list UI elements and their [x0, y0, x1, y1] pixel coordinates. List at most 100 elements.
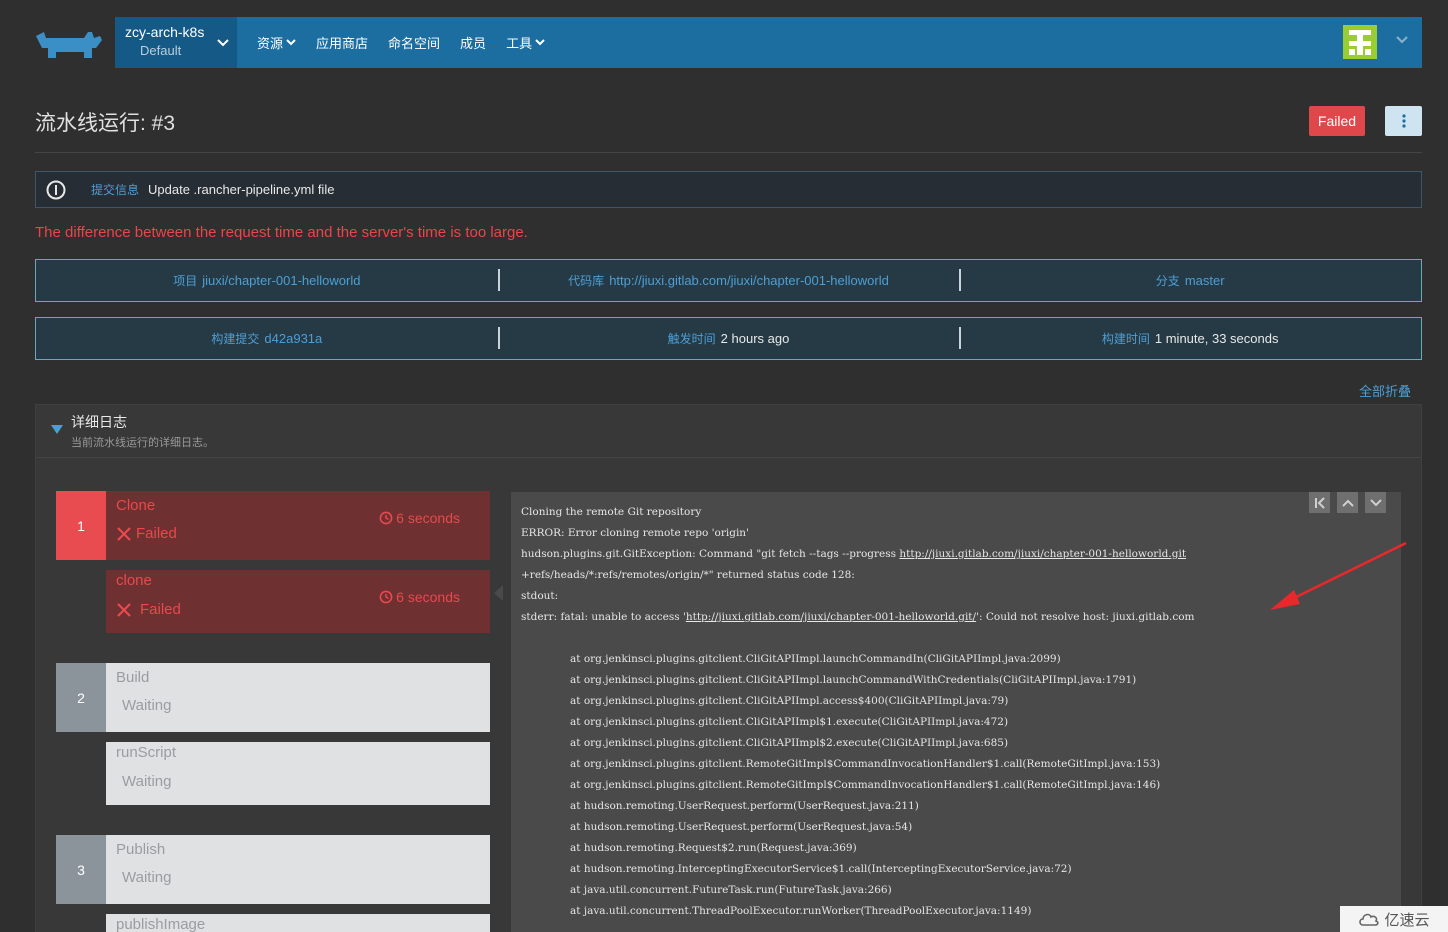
log-line: at java.util.concurrent.ThreadPoolExecut… — [570, 905, 1032, 917]
build-commit-info: 构建提交 d42a931a — [36, 318, 498, 359]
log-line: at org.jenkinsci.plugins.gitclient.CliGi… — [570, 716, 1009, 728]
log-line: at org.jenkinsci.plugins.gitclient.CliGi… — [570, 695, 1009, 707]
clock-icon — [379, 511, 393, 525]
nav-members[interactable]: 成员 — [460, 33, 486, 52]
info-icon — [46, 180, 66, 199]
scroll-top-button[interactable] — [1309, 492, 1330, 513]
stage-status-label: Failed — [136, 525, 177, 542]
branch-info: 分支 master — [959, 260, 1421, 301]
log-line-text: hudson.plugins.git.GitException: Command… — [521, 548, 900, 560]
log-line-text: stderr: fatal: unable to access ' — [521, 611, 686, 623]
build-commit-link[interactable]: d42a931a — [264, 331, 322, 346]
close-icon — [117, 526, 131, 541]
caret-down-icon[interactable] — [51, 425, 63, 434]
log-line: at hudson.remoting.InterceptingExecutorS… — [570, 863, 1072, 875]
stage-number: 3 — [56, 835, 106, 904]
stage-name: Build — [116, 669, 150, 686]
commit-info-banner: 提交信息 Update .rancher-pipeline.yml file — [35, 171, 1422, 208]
vertical-ellipsis-icon — [1401, 114, 1406, 128]
nav-resources[interactable]: 资源 — [257, 33, 296, 52]
build-duration-info: 构建时间 1 minute, 33 seconds — [959, 318, 1421, 359]
project-link[interactable]: jiuxi/chapter-001-helloworld — [202, 273, 360, 288]
trigger-time-info: 触发时间 2 hours ago — [497, 318, 960, 359]
log-line: at hudson.remoting.UserRequest.perform(U… — [570, 800, 919, 812]
nav-resources-label: 资源 — [257, 36, 284, 51]
scroll-down-button[interactable] — [1365, 492, 1386, 513]
stage-status: Failed — [116, 525, 177, 542]
detailed-log-panel: 详细日志 当前流水线运行的详细日志。 1 Clone Failed 6 seco… — [35, 404, 1422, 932]
cloud-logo-icon — [1359, 913, 1380, 926]
stage-number: 2 — [56, 663, 106, 732]
trigger-time-label: 触发时间 — [667, 332, 716, 346]
step-pointer — [494, 585, 503, 601]
chevron-down-icon — [535, 39, 545, 46]
log-line: +refs/heads/*:refs/remotes/origin/*" ret… — [521, 569, 855, 581]
log-line: at org.jenkinsci.plugins.gitclient.CliGi… — [570, 653, 1061, 665]
stage-status: Waiting — [122, 697, 172, 714]
nav-namespaces[interactable]: 命名空间 — [388, 33, 440, 52]
log-line-link[interactable]: http://jiuxi.gitlab.com/jiuxi/chapter-00… — [686, 611, 976, 623]
error-message: The difference between the request time … — [35, 224, 528, 241]
more-actions-button[interactable] — [1385, 106, 1422, 136]
chevron-down-icon — [217, 39, 229, 47]
step-status: Waiting — [122, 773, 172, 790]
step-name: clone — [116, 572, 152, 589]
step-status: Failed — [116, 601, 181, 618]
project-label: 项目 — [173, 274, 198, 288]
chevron-down-icon — [1369, 498, 1382, 506]
stage-name: Clone — [116, 497, 156, 514]
step-duration-label: 6 seconds — [396, 589, 460, 605]
commit-label: 提交信息 — [91, 183, 140, 197]
stage-duration: 6 seconds — [379, 510, 460, 526]
log-line: at org.jenkinsci.plugins.gitclient.Remot… — [570, 779, 1161, 791]
log-line: hudson.plugins.git.GitException: Command… — [521, 546, 1401, 567]
log-line: at org.jenkinsci.plugins.gitclient.CliGi… — [570, 737, 1009, 749]
watermark-logo: 亿速云 — [1340, 906, 1448, 932]
commit-message: Update .rancher-pipeline.yml file — [148, 182, 335, 197]
branch-label: 分支 — [1155, 274, 1180, 288]
chevron-down-icon[interactable] — [1396, 36, 1408, 44]
step-name: runScript — [116, 744, 177, 761]
step-runscript[interactable]: runScript Waiting — [106, 742, 490, 805]
log-lines: Cloning the remote Git repository ERROR: … — [521, 504, 1401, 924]
stage-duration-label: 6 seconds — [396, 510, 460, 526]
status-badge: Failed — [1309, 106, 1365, 136]
nav-tools-label: 工具 — [506, 36, 533, 51]
stage-body: Clone Failed 6 seconds — [106, 491, 490, 560]
collapse-all-link[interactable]: 全部折叠 — [1359, 381, 1411, 400]
nav-tools[interactable]: 工具 — [506, 33, 545, 52]
cluster-name: zcy-arch-k8s — [125, 24, 205, 40]
top-navigation-bar: zcy-arch-k8s Default 资源 应用商店 命名空间 成员 工具 — [115, 17, 1422, 68]
log-panel-header[interactable]: 详细日志 当前流水线运行的详细日志。 — [36, 405, 1421, 458]
nav-app-store[interactable]: 应用商店 — [316, 33, 368, 52]
stage-clone[interactable]: 1 Clone Failed 6 seconds — [56, 491, 490, 560]
repo-link[interactable]: http://jiuxi.gitlab.com/jiuxi/chapter-00… — [609, 273, 889, 288]
rancher-logo-icon[interactable] — [34, 26, 104, 62]
chevron-up-icon — [1341, 499, 1354, 507]
log-panel-title: 详细日志 — [71, 414, 127, 430]
log-line: at hudson.remoting.UserRequest.perform(U… — [570, 821, 913, 833]
build-duration-value: 1 minute, 33 seconds — [1154, 331, 1279, 346]
close-icon — [117, 602, 131, 617]
identicon-icon — [1343, 25, 1377, 59]
nav-namespaces-label: 命名空间 — [388, 36, 441, 51]
step-status-label: Failed — [140, 601, 181, 618]
step-publishimage[interactable]: publishImage — [106, 914, 490, 932]
user-avatar[interactable] — [1343, 25, 1377, 59]
log-line: at org.jenkinsci.plugins.gitclient.Remot… — [570, 758, 1161, 770]
log-line: ERROR: Error cloning remote repo 'origin… — [521, 527, 749, 539]
log-line-text: ': Could not resolve host: jiuxi.gitlab.… — [976, 611, 1195, 623]
log-line-link[interactable]: http://jiuxi.gitlab.com/jiuxi/chapter-00… — [899, 548, 1186, 560]
project-info: 项目 jiuxi/chapter-001-helloworld — [36, 260, 498, 301]
cluster-switcher[interactable]: zcy-arch-k8s Default — [115, 17, 237, 68]
nav-app-store-label: 应用商店 — [316, 36, 369, 51]
stage-build[interactable]: 2 Build Waiting — [56, 663, 490, 732]
scroll-up-button[interactable] — [1337, 492, 1358, 513]
stage-publish[interactable]: 3 Publish Waiting — [56, 835, 490, 904]
branch-link[interactable]: master — [1185, 273, 1225, 288]
stage-body: Build Waiting — [106, 663, 490, 732]
log-console: Cloning the remote Git repository ERROR: … — [511, 492, 1401, 932]
pipeline-info-strip: 项目 jiuxi/chapter-001-helloworld 代码库 http… — [35, 259, 1422, 302]
step-clone[interactable]: clone Failed 6 seconds — [106, 570, 490, 633]
